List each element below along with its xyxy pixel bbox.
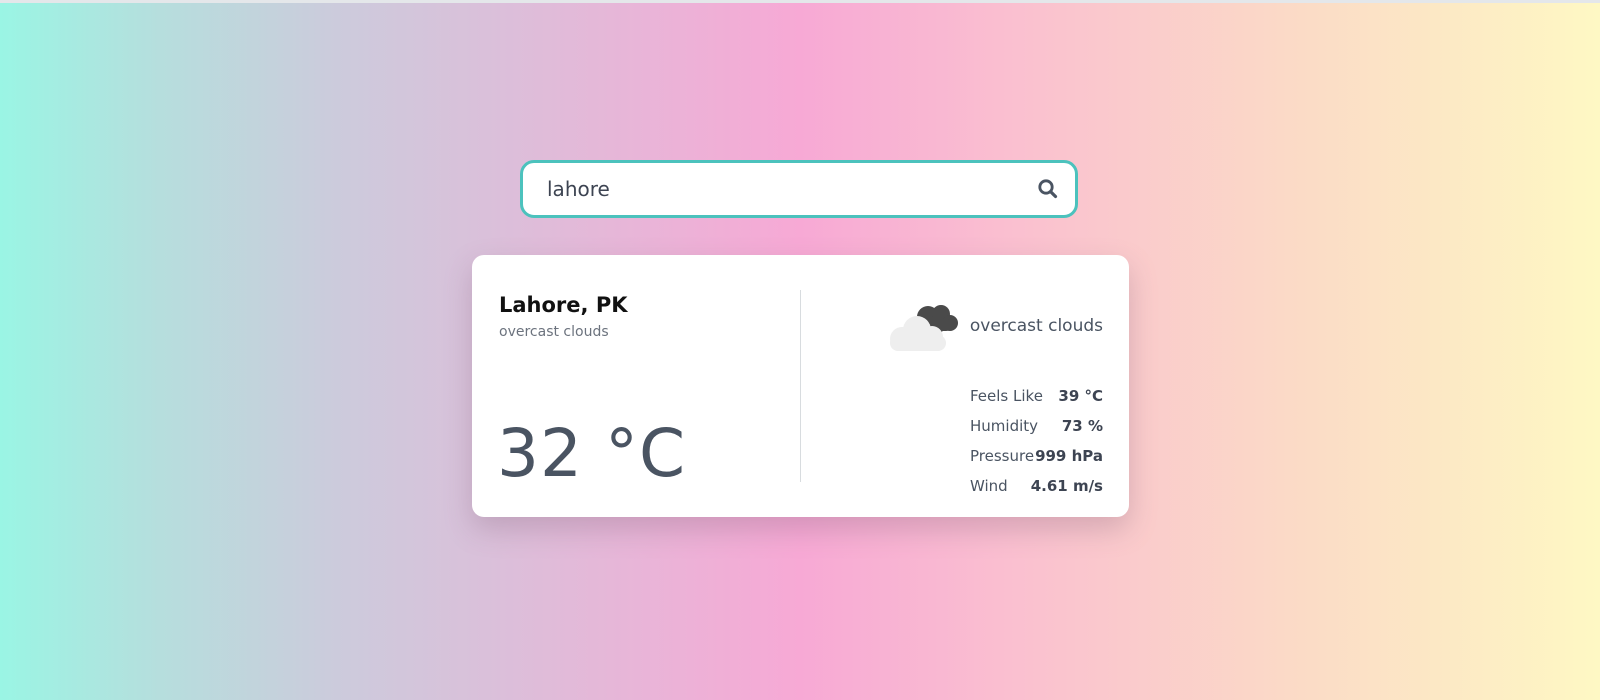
condition-label: overcast clouds [969,316,1103,336]
weather-description: overcast clouds [499,324,609,340]
search-input[interactable] [547,163,1027,215]
detail-value: 73 % [1061,417,1103,435]
location-title: Lahore, PK [499,293,628,317]
weather-details: Feels Like 39 °C Humidity 73 % Pressure … [970,387,1103,507]
divider [800,290,801,482]
detail-pressure: Pressure 999 hPa [970,447,1103,477]
detail-label: Humidity [970,417,1039,435]
weather-card: Lahore, PK overcast clouds 32 °C overcas… [472,255,1129,517]
detail-value: 4.61 m/s [1030,477,1103,495]
detail-value: 39 °C [1058,387,1103,405]
top-border [0,0,1600,3]
temperature: 32 °C [497,415,687,492]
search-icon[interactable] [1035,176,1061,202]
detail-value: 999 hPa [1035,447,1103,465]
detail-wind: Wind 4.61 m/s [970,477,1103,507]
overcast-clouds-icon [884,297,964,353]
search-bar[interactable] [520,160,1078,218]
detail-label: Feels Like [970,387,1043,405]
detail-label: Wind [970,477,1008,495]
detail-feels-like: Feels Like 39 °C [970,387,1103,417]
detail-label: Pressure [970,447,1035,465]
detail-humidity: Humidity 73 % [970,417,1103,447]
